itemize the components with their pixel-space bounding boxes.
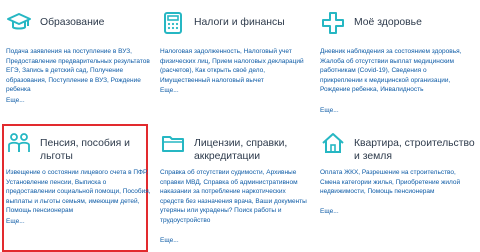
category-title[interactable]: Квартира, строительство и земля	[354, 138, 479, 163]
more-link[interactable]: Еще...	[6, 96, 154, 106]
category-description[interactable]: Оплата ЖКХ, Разрешение на строительство,…	[320, 168, 466, 197]
more-link[interactable]: Еще...	[160, 86, 308, 96]
medical-cross-icon	[320, 10, 346, 36]
more-link[interactable]: Еще...	[6, 217, 154, 227]
more-link[interactable]: Еще...	[160, 236, 308, 246]
category-title[interactable]: Лицензии, справки, аккредитации	[194, 138, 314, 163]
calculator-icon	[160, 10, 186, 36]
folder-icon	[160, 130, 186, 156]
category-description[interactable]: Налоговая задолженность, Налоговый учет …	[160, 47, 308, 85]
more-link[interactable]: Еще...	[320, 207, 468, 217]
category-title[interactable]: Образование	[40, 17, 158, 30]
category-title[interactable]: Пенсия, пособия и льготы	[40, 138, 130, 163]
category-title[interactable]: Моё здоровье	[354, 17, 472, 30]
category-description[interactable]: Дневник наблюдения за состоянием здоровь…	[320, 47, 468, 95]
more-link[interactable]: Еще...	[320, 106, 468, 116]
graduation-cap-icon	[6, 10, 32, 36]
category-title[interactable]: Налоги и финансы	[194, 17, 312, 30]
category-description[interactable]: Извещение о состоянии лицевого счета в П…	[6, 168, 154, 216]
category-description[interactable]: Справка об отсутствии судимости, Архивны…	[160, 168, 308, 226]
category-description[interactable]: Подача заявления на поступление в ВУЗ, П…	[6, 47, 154, 95]
family-icon	[6, 130, 32, 156]
house-icon	[320, 130, 346, 156]
